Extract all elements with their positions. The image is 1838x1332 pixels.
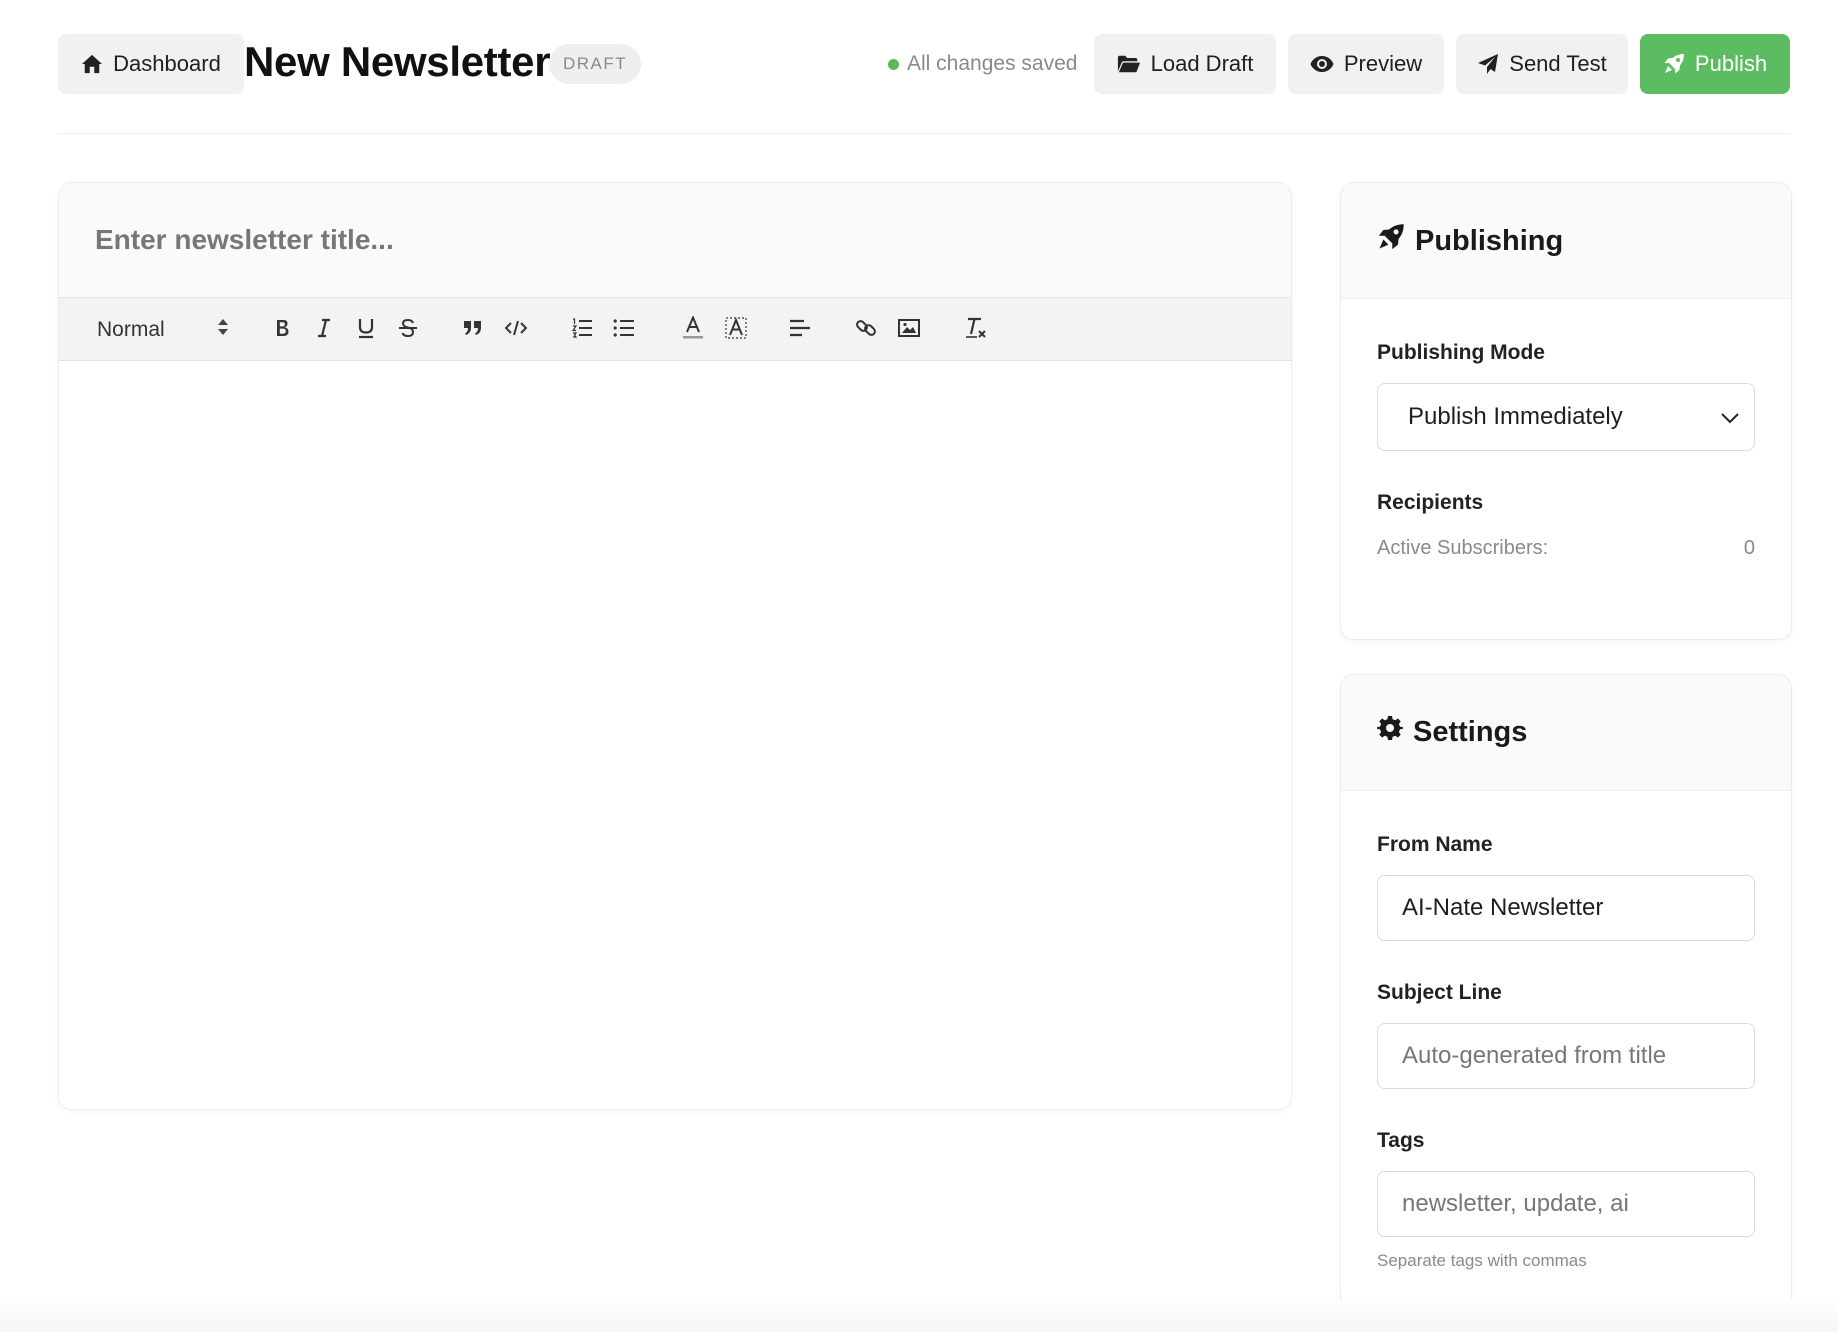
- dashboard-button[interactable]: Dashboard: [58, 34, 244, 94]
- clear-format-icon: [964, 316, 988, 345]
- underline-button[interactable]: [349, 298, 383, 362]
- background-color-button[interactable]: [719, 298, 753, 362]
- status-badge: DRAFT: [549, 44, 642, 84]
- strikethrough-icon: [398, 318, 418, 343]
- paper-plane-icon: [1477, 53, 1499, 75]
- bullet-list-icon: [613, 318, 635, 343]
- align-button[interactable]: [783, 298, 817, 362]
- folder-open-icon: [1117, 54, 1141, 74]
- highlight-icon: [725, 316, 747, 344]
- format-select-value: Normal: [97, 318, 165, 341]
- send-test-button[interactable]: Send Test: [1456, 34, 1628, 94]
- code-icon: [504, 320, 528, 341]
- text-color-button[interactable]: [676, 298, 710, 362]
- bold-button[interactable]: [265, 298, 299, 362]
- underline-icon: [357, 317, 375, 344]
- italic-icon: [316, 318, 332, 343]
- publishing-title-text: Publishing: [1415, 224, 1564, 257]
- active-subscribers-row: Active Subscribers: 0: [1377, 537, 1755, 560]
- quote-icon: [463, 320, 483, 341]
- editor-content-area[interactable]: [59, 361, 1291, 1109]
- tags-field[interactable]: [1377, 1171, 1755, 1237]
- strikethrough-button[interactable]: [391, 298, 425, 362]
- preview-button[interactable]: Preview: [1288, 34, 1444, 94]
- sort-icon: [217, 318, 229, 342]
- header-divider: [58, 133, 1790, 134]
- page-title: New Newsletter: [244, 38, 551, 85]
- from-name-label: From Name: [1377, 833, 1493, 856]
- link-icon: [855, 317, 877, 344]
- publishing-card-header: Publishing: [1341, 183, 1791, 299]
- bullet-list-button[interactable]: [607, 298, 641, 362]
- align-left-icon: [789, 319, 811, 342]
- active-subscribers-count: 0: [1743, 537, 1755, 559]
- home-icon: [81, 54, 103, 74]
- settings-title-text: Settings: [1413, 715, 1528, 748]
- link-button[interactable]: [849, 298, 883, 362]
- save-status: All changes saved: [888, 34, 1077, 94]
- publishing-mode-select[interactable]: Publish Immediately: [1377, 383, 1755, 451]
- gear-icon: [1377, 715, 1403, 749]
- load-draft-label: Load Draft: [1150, 51, 1254, 76]
- settings-card-header: Settings: [1341, 675, 1791, 791]
- clear-formatting-button[interactable]: [959, 298, 993, 362]
- tags-label: Tags: [1377, 1129, 1425, 1152]
- rocket-icon: [1663, 53, 1685, 75]
- save-status-text: All changes saved: [907, 52, 1078, 75]
- rocket-icon: [1377, 223, 1405, 259]
- eye-icon: [1310, 55, 1334, 73]
- saved-indicator-icon: [888, 58, 899, 70]
- from-name-field[interactable]: [1377, 875, 1755, 941]
- publish-label: Publish: [1694, 51, 1768, 76]
- newsletter-title-input[interactable]: [95, 213, 1245, 267]
- editor-toolbar: Normal: [59, 297, 1291, 361]
- publish-button[interactable]: Publish: [1640, 34, 1790, 94]
- publishing-card: Publishing Publishing Mode Publish Immed…: [1340, 182, 1792, 640]
- subject-line-field[interactable]: [1377, 1023, 1755, 1089]
- recipients-label: Recipients: [1377, 491, 1484, 514]
- code-block-button[interactable]: [499, 298, 533, 362]
- format-select[interactable]: Normal: [97, 298, 229, 362]
- active-subscribers-label: Active Subscribers:: [1377, 537, 1549, 559]
- settings-card: Settings From Name Subject Line Tags Sep…: [1340, 674, 1792, 1308]
- preview-label: Preview: [1343, 51, 1423, 76]
- ordered-list-button[interactable]: [565, 298, 599, 362]
- send-test-label: Send Test: [1509, 51, 1607, 76]
- ordered-list-icon: [571, 317, 593, 343]
- page-bottom-fade: [0, 1300, 1838, 1332]
- load-draft-button[interactable]: Load Draft: [1094, 34, 1276, 94]
- text-color-icon: [682, 314, 704, 345]
- italic-button[interactable]: [307, 298, 341, 362]
- chevron-down-icon: [1720, 403, 1740, 431]
- page-header: Dashboard New Newsletter DRAFT All chang…: [58, 34, 1790, 94]
- publishing-mode-label: Publishing Mode: [1377, 341, 1545, 364]
- publishing-mode-value: Publish Immediately: [1408, 403, 1623, 430]
- publishing-title: Publishing: [1377, 223, 1563, 259]
- title-area: [59, 183, 1291, 297]
- editor-card: Normal: [58, 182, 1292, 1110]
- image-icon: [898, 318, 920, 342]
- blockquote-button[interactable]: [456, 298, 490, 362]
- dashboard-label: Dashboard: [113, 51, 221, 76]
- subject-line-label: Subject Line: [1377, 981, 1502, 1004]
- bold-icon: [273, 318, 291, 343]
- settings-title: Settings: [1377, 715, 1527, 749]
- image-button[interactable]: [892, 298, 926, 362]
- tags-help-text: Separate tags with commas: [1377, 1251, 1587, 1270]
